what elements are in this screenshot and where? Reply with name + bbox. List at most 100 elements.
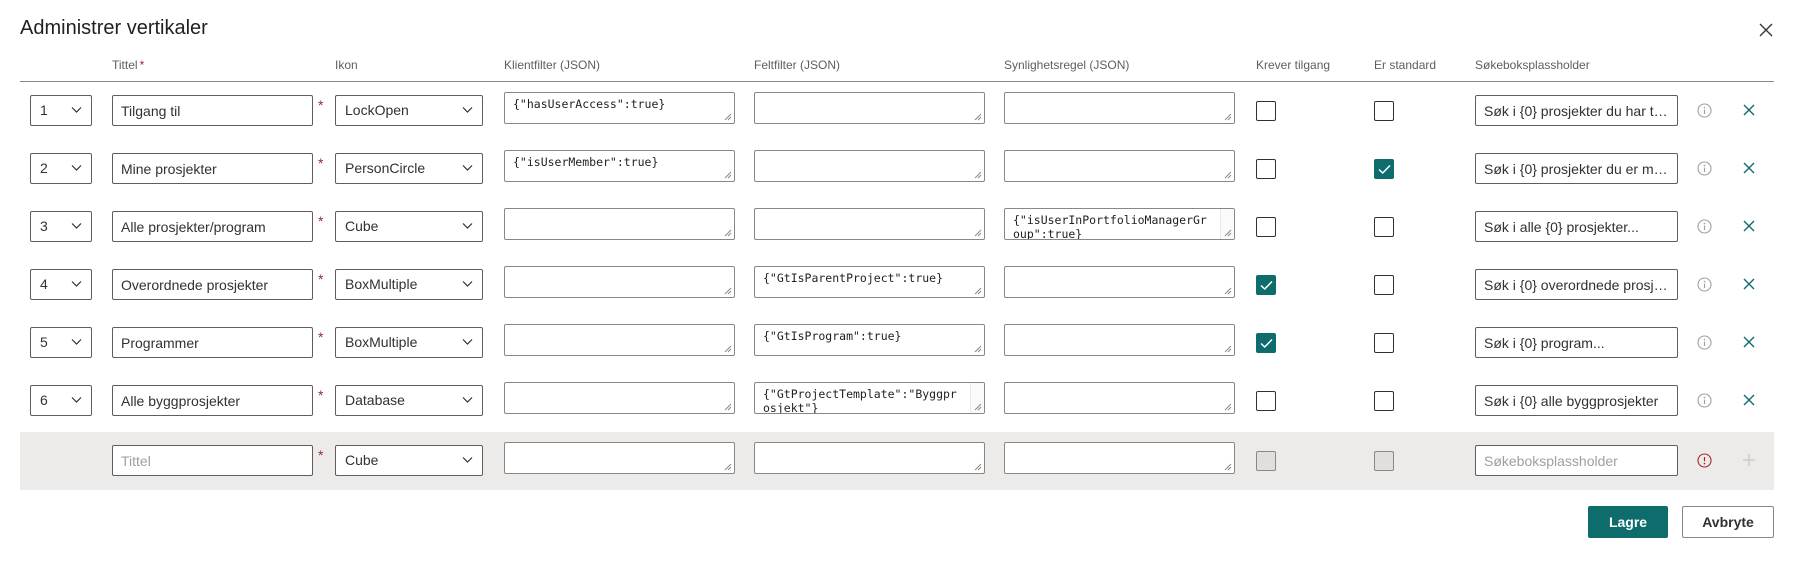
icon-dropdown[interactable]: BoxMultiple — [335, 269, 483, 300]
info-icon[interactable] — [1697, 219, 1712, 234]
icon-value: BoxMultiple — [345, 334, 418, 350]
icon-value: LockOpen — [345, 102, 409, 118]
resize-grip-icon — [974, 287, 982, 295]
title-input[interactable]: Alle byggprosjekter — [112, 385, 313, 416]
delete-icon[interactable] — [1742, 277, 1756, 291]
title-input[interactable]: Tilgang til — [112, 95, 313, 126]
requires-access-checkbox[interactable] — [1256, 159, 1276, 179]
is-default-checkbox[interactable] — [1374, 391, 1394, 411]
resize-grip-icon — [724, 403, 732, 411]
cancel-button[interactable]: Avbryte — [1682, 506, 1774, 538]
new-field-filter-input[interactable] — [754, 442, 985, 474]
field-filter-input[interactable]: {"GtProjectTemplate":"Byggprosjekt"} — [754, 382, 985, 414]
client-filter-input[interactable]: {"isUserMember":true} — [504, 150, 735, 182]
search-placeholder-input[interactable]: Søk i alle {0} prosjekter... — [1475, 211, 1678, 242]
title-input[interactable]: Alle prosjekter/program — [112, 211, 313, 242]
field-filter-input[interactable]: {"GtIsParentProject":true} — [754, 266, 985, 298]
order-dropdown[interactable]: 6 — [30, 385, 92, 416]
search-placeholder-input[interactable]: Søk i {0} overordnede prosjekter... — [1475, 269, 1678, 300]
is-default-checkbox[interactable] — [1374, 101, 1394, 121]
visibility-rule-input[interactable] — [1004, 150, 1235, 182]
table-header: Tittel * Ikon Klientfilter (JSON) Feltfil… — [20, 52, 1774, 82]
visibility-rule-input[interactable] — [1004, 266, 1235, 298]
delete-icon[interactable] — [1742, 161, 1756, 175]
search-placeholder-input[interactable]: Søk i {0} prosjekter du har tilgang til.… — [1475, 95, 1678, 126]
visibility-rule-input[interactable] — [1004, 382, 1235, 414]
field-filter-input[interactable] — [754, 92, 985, 124]
search-placeholder-input[interactable]: Søk i {0} prosjekter du er medlem av... — [1475, 153, 1678, 184]
client-filter-input[interactable]: {"hasUserAccess":true} — [504, 92, 735, 124]
client-filter-input[interactable] — [504, 382, 735, 414]
info-icon[interactable] — [1697, 393, 1712, 408]
field-filter-input[interactable]: {"GtIsProgram":true} — [754, 324, 985, 356]
required-marker: * — [318, 387, 324, 403]
order-dropdown[interactable]: 1 — [30, 95, 92, 126]
search-placeholder-input[interactable]: Søk i {0} program... — [1475, 327, 1678, 358]
visibility-rule-input-value: {"isUserInPortfolioManagerGroup":true} — [1013, 213, 1207, 240]
resize-grip-icon — [1224, 229, 1232, 237]
table-row: 2 Mine prosjekter * PersonCircle {"isUserMem… — [20, 140, 1774, 198]
resize-grip-icon — [974, 113, 982, 121]
info-icon[interactable] — [1697, 335, 1712, 350]
icon-dropdown[interactable]: Database — [335, 385, 483, 416]
visibility-rule-input[interactable] — [1004, 324, 1235, 356]
delete-icon[interactable] — [1742, 393, 1756, 407]
title-input[interactable]: Mine prosjekter — [112, 153, 313, 184]
order-dropdown[interactable]: 3 — [30, 211, 92, 242]
search-placeholder-value: Søk i {0} prosjekter du er medlem av... — [1484, 161, 1677, 177]
is-default-checkbox[interactable] — [1374, 333, 1394, 353]
new-client-filter-input[interactable] — [504, 442, 735, 474]
delete-icon[interactable] — [1742, 219, 1756, 233]
title-input[interactable]: Programmer — [112, 327, 313, 358]
client-filter-input[interactable] — [504, 208, 735, 240]
delete-icon[interactable] — [1742, 103, 1756, 117]
order-dropdown[interactable]: 5 — [30, 327, 92, 358]
add-icon[interactable] — [1742, 453, 1756, 467]
order-dropdown[interactable]: 2 — [30, 153, 92, 184]
field-filter-input[interactable] — [754, 150, 985, 182]
new-visibility-rule-input[interactable] — [1004, 442, 1235, 474]
delete-icon[interactable] — [1742, 335, 1756, 349]
is-default-checkbox[interactable] — [1374, 159, 1394, 179]
icon-dropdown[interactable]: Cube — [335, 211, 483, 242]
order-value: 6 — [40, 392, 48, 408]
new-icon-dropdown[interactable]: Cube — [335, 445, 483, 476]
search-placeholder-value: Søk i alle {0} prosjekter... — [1484, 219, 1639, 235]
client-filter-input[interactable] — [504, 266, 735, 298]
required-marker: * — [318, 213, 324, 229]
requires-access-checkbox[interactable] — [1256, 391, 1276, 411]
visibility-rule-input[interactable] — [1004, 92, 1235, 124]
new-requires-access-checkbox[interactable] — [1256, 451, 1276, 471]
resize-grip-icon — [1224, 345, 1232, 353]
table-row: 6 Alle byggprosjekter * Database {"GtProject… — [20, 372, 1774, 430]
new-search-placeholder-input[interactable]: Søkeboksplassholder — [1475, 445, 1678, 476]
icon-dropdown[interactable]: LockOpen — [335, 95, 483, 126]
resize-grip-icon — [724, 463, 732, 471]
field-filter-input[interactable] — [754, 208, 985, 240]
icon-dropdown[interactable]: BoxMultiple — [335, 327, 483, 358]
requires-access-checkbox[interactable] — [1256, 333, 1276, 353]
save-button[interactable]: Lagre — [1588, 506, 1668, 538]
search-placeholder-input[interactable]: Søk i {0} alle byggprosjekter — [1475, 385, 1678, 416]
close-icon[interactable] — [1758, 22, 1774, 38]
is-default-checkbox[interactable] — [1374, 217, 1394, 237]
info-icon[interactable] — [1697, 161, 1712, 176]
info-icon[interactable] — [1697, 103, 1712, 118]
new-is-default-checkbox[interactable] — [1374, 451, 1394, 471]
resize-grip-icon — [974, 229, 982, 237]
column-header-requires-access: Krever tilgang — [1256, 58, 1331, 72]
order-dropdown[interactable]: 4 — [30, 269, 92, 300]
info-icon[interactable] — [1697, 277, 1712, 292]
new-title-input[interactable]: Tittel — [112, 445, 313, 476]
icon-dropdown[interactable]: PersonCircle — [335, 153, 483, 184]
requires-access-checkbox[interactable] — [1256, 217, 1276, 237]
order-value: 2 — [40, 160, 48, 176]
title-input[interactable]: Overordnede prosjekter — [112, 269, 313, 300]
requires-access-checkbox[interactable] — [1256, 275, 1276, 295]
client-filter-input[interactable] — [504, 324, 735, 356]
is-default-checkbox[interactable] — [1374, 275, 1394, 295]
requires-access-checkbox[interactable] — [1256, 101, 1276, 121]
chevron-down-icon — [462, 339, 473, 345]
visibility-rule-input[interactable]: {"isUserInPortfolioManagerGroup":true} — [1004, 208, 1235, 240]
table-row: 1 Tilgang til * LockOpen {"hasUserAccess":tr… — [20, 82, 1774, 140]
